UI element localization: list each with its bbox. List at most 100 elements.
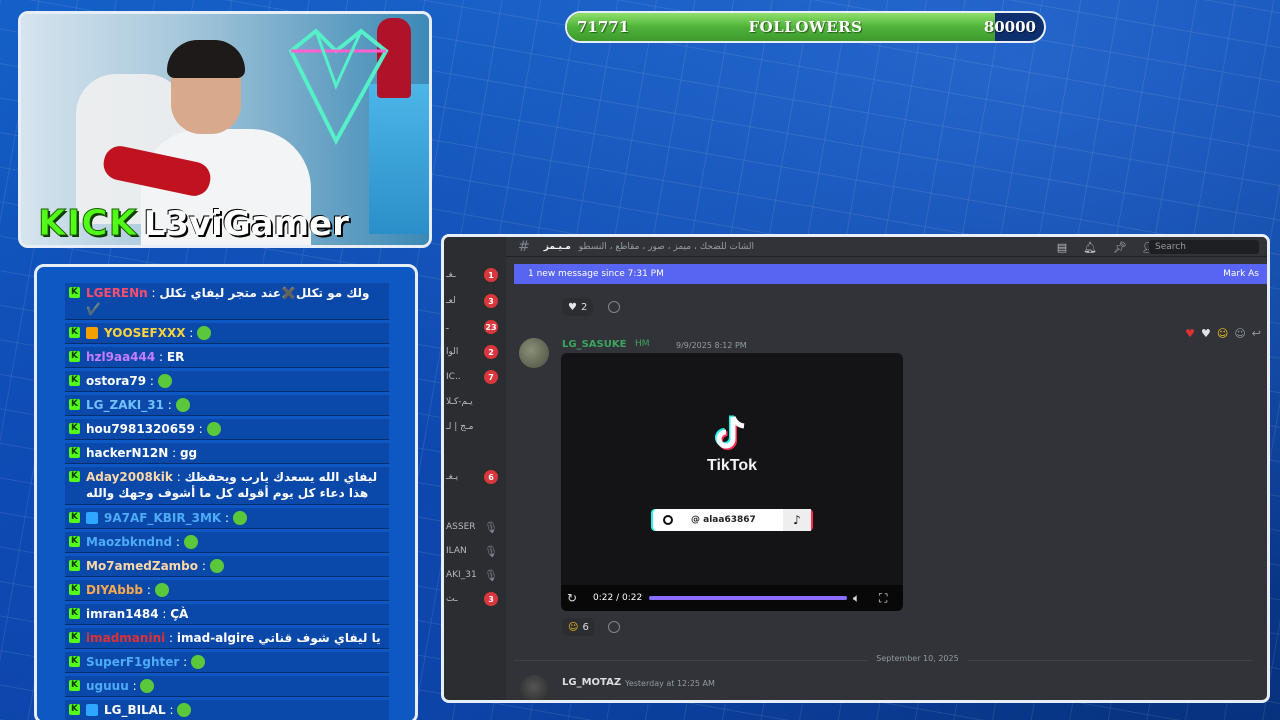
add-reaction-icon[interactable] [608,301,620,313]
chat-username[interactable]: uguuu [86,679,129,693]
next-message-timestamp: Yesterday at 12:25 AM [625,679,715,688]
channel-item-label: مـج | لـ [446,422,474,432]
chat-separator: : [165,631,177,645]
kick-badge-icon: K [69,656,80,667]
cat-emoji-icon[interactable]: ☺ [1217,327,1228,340]
message-hover-toolbar: ♥ ♥ ☺ ☺ ↩ [1185,327,1261,340]
follower-goal: 80000 [983,18,1036,36]
chat-username[interactable]: YOOSEFXXX [104,326,185,340]
chat-username[interactable]: hzl9aa444 [86,350,155,364]
fullscreen-icon[interactable]: ⛶ [879,591,887,606]
channel-item[interactable]: AKI_31 🎙︎ [444,565,506,585]
emote-icon [183,535,198,549]
prev-heart-reaction[interactable]: ♥ 2 [562,298,594,316]
channel-item[interactable] [444,492,506,512]
mark-as-read-button[interactable]: Mark As [1223,269,1259,279]
add-reaction-icon[interactable] [608,621,620,633]
kick-badge-icon: K [69,632,80,643]
emote-icon [209,559,224,573]
chat-username[interactable]: hackerN12N [86,446,168,460]
white-heart-icon[interactable]: ♥ [1201,327,1211,340]
channel-item[interactable]: ـغـ 1 [444,265,506,285]
chat-username[interactable]: hou7981320659 [86,422,195,436]
new-message-text: 1 new message since 7:31 PM [528,269,664,279]
chat-username[interactable]: imadmanini [86,631,165,645]
channel-item[interactable]: يـم-كـلا [444,392,506,412]
channel-item[interactable]: الوا 2 [444,342,506,362]
threads-icon[interactable]: ▤ [1057,241,1067,254]
channel-item-label: الوا [446,347,459,357]
unread-badge: 7 [484,370,498,384]
chat-message: K Mo7amedZambo : [65,556,389,577]
chat-separator: : [155,350,167,364]
video-embed[interactable]: TikTok @ alaa63867 ♪ ↻ 0:22 / 0:22 🔈︎ ⛶ [561,353,903,611]
chat-username[interactable]: LG_BILAL [104,703,166,717]
channel-item[interactable]: ـث 3 [444,589,506,609]
kick-badge-icon: K [69,287,80,298]
new-message-banner[interactable]: 1 new message since 7:31 PM Mark As [514,264,1267,284]
tiktok-logo-icon [715,415,745,450]
volume-icon[interactable]: 🔈︎ [853,591,860,606]
chat-username[interactable]: Aday2008kik [86,470,173,484]
video-controls: ↻ 0:22 / 0:22 🔈︎ ⛶ [561,585,903,611]
reply-icon[interactable]: ↩ [1252,327,1261,340]
message-author[interactable]: LG_SASUKE [562,339,626,350]
chat-message-body: 9A7AF_KBIR_3MK : [104,510,247,526]
muted-mic-icon: 🎙︎ [484,568,498,582]
chat-username[interactable]: LGERENn [86,286,148,300]
channel-item[interactable]: يـغـ 6 [444,467,506,487]
chat-separator: : [221,511,233,525]
unread-badge: 6 [484,470,498,484]
chat-message-body: YOOSEFXXX : [104,325,212,341]
channel-item[interactable]: ILAN 🎙︎ [444,541,506,561]
chat-message: K LGERENn : ولك مو تكلل✖️عند متجر ليفاي ت… [65,283,389,320]
chat-message: K SuperF1ghter : [65,652,389,673]
red-heart-icon[interactable]: ♥ [1185,327,1195,340]
chat-username[interactable]: 9A7AF_KBIR_3MK [104,511,221,525]
kick-badge-icon: K [69,471,80,482]
chat-text: ÇÀ [170,607,189,621]
video-time: 0:22 / 0:22 [593,593,643,603]
chat-username[interactable]: Mo7amedZambo [86,559,198,573]
channel-item[interactable]: ASSER 🎙︎ [444,517,506,537]
chat-username[interactable]: DIYAbbb [86,583,143,597]
chat-separator: : [158,607,171,621]
chat-username[interactable]: LG_ZAKI_31 [86,398,164,412]
chat-message: KhackerN12N : gg [65,443,389,464]
chat-message: K 9A7AF_KBIR_3MK : [65,508,389,529]
streamer-name: L3viGamer [143,204,349,244]
date-divider-text: September 10, 2025 [868,654,967,663]
bell-icon[interactable]: 🔔︎ [1083,241,1097,254]
channel-item[interactable]: لعـ 3 [444,291,506,311]
chat-message: K Maozbkndnd : [65,532,389,553]
channel-item[interactable] [444,442,506,462]
next-author-avatar[interactable] [519,675,549,700]
channel-item[interactable]: مـج | لـ [444,417,506,437]
pin-icon[interactable]: 📌︎ [1113,241,1127,254]
chat-message-body: imran1484 : ÇÀ [86,606,188,622]
chat-username[interactable]: Maozbkndnd [86,535,172,549]
date-divider: September 10, 2025 [444,654,1267,663]
chat-username[interactable]: imran1484 [86,607,159,621]
replay-icon[interactable]: ↻ [567,591,577,605]
emote-icon [177,703,192,717]
reaction-count: 6 [582,621,589,633]
unread-badge: 2 [484,345,498,359]
channel-item[interactable]: IC.. 7 [444,367,506,387]
add-reaction-icon[interactable]: ☺ [1234,327,1245,340]
chat-message: Kimran1484 : ÇÀ [65,604,389,625]
laugh-reaction[interactable]: ☺ 6 [562,618,595,636]
chat-message-body: SuperF1ghter : [86,654,205,670]
video-seek-bar[interactable] [649,596,847,600]
chat-separator: : [128,679,141,693]
chat-username[interactable]: SuperF1ghter [86,655,179,669]
hashtag-icon: # [518,238,530,255]
kick-badge-icon: K [69,327,80,338]
search-input[interactable]: Search [1149,240,1259,254]
author-avatar[interactable] [519,338,549,368]
chat-message: Kostora79 : [65,371,389,392]
unread-badge: 23 [484,320,498,334]
next-message-author[interactable]: LG_MOTAZ [562,677,621,688]
channel-item[interactable]: ـ 23 [444,317,506,337]
chat-username[interactable]: ostora79 [86,374,146,388]
